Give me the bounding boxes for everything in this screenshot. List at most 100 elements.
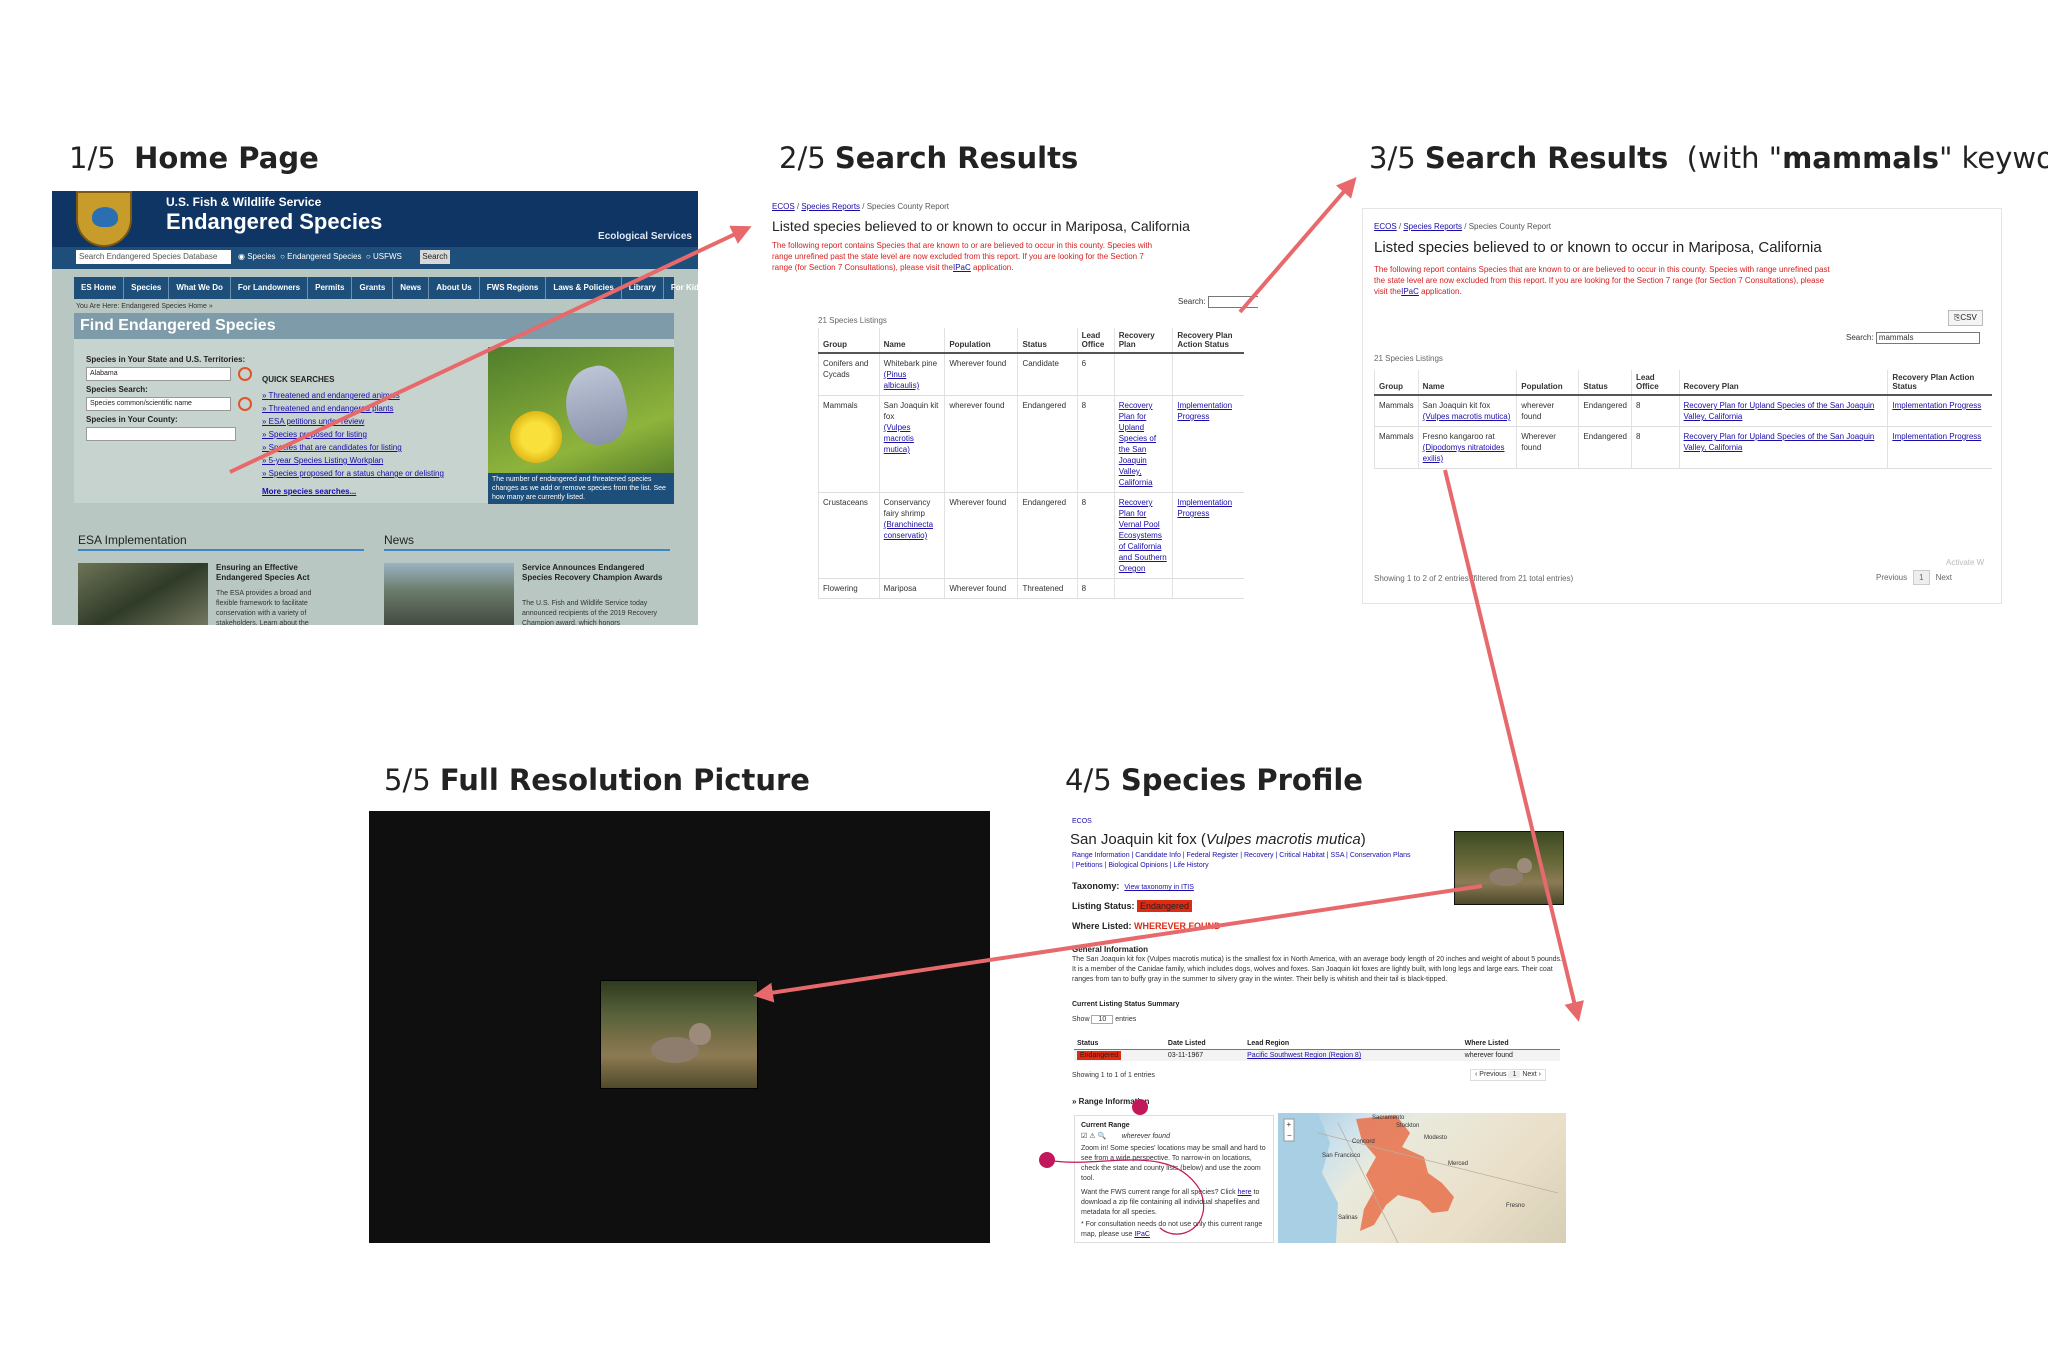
quick-search-link[interactable]: » Threatened and endangered plants (262, 402, 444, 415)
column-header[interactable]: Group (1374, 370, 1419, 396)
ipac-link[interactable]: IPaC (953, 263, 971, 272)
nav-item[interactable]: For Kids (664, 277, 698, 299)
radio-endangered[interactable]: Endangered Species (287, 252, 361, 261)
breadcrumb-ecos[interactable]: ECOS (772, 202, 795, 211)
next-button[interactable]: Next (1936, 573, 1952, 582)
nav-item[interactable]: Permits (308, 277, 353, 299)
nav-item[interactable]: Laws & Policies (546, 277, 622, 299)
search-scope-radios[interactable]: ◉ Species ○ Endangered Species ○ USFWS (238, 252, 402, 261)
search-icon[interactable] (238, 367, 252, 381)
scientific-name-link[interactable]: (Vulpes macrotis mutica) (1423, 412, 1511, 421)
column-header[interactable]: Group (818, 328, 880, 354)
page-1-button[interactable]: 1 (1508, 1071, 1521, 1078)
next-button[interactable]: Next › (1522, 1071, 1541, 1078)
scientific-name-link[interactable]: (Pinus albicaulis) (884, 370, 920, 390)
show-entries-select[interactable]: 10 (1091, 1015, 1114, 1024)
nav-item[interactable]: About Us (429, 277, 480, 299)
breadcrumb-species-reports[interactable]: Species Reports (801, 202, 860, 211)
column-header[interactable]: Recovery Plan Action Status (1172, 328, 1244, 354)
column-header[interactable]: Lead Region (1244, 1038, 1462, 1050)
profile-links-line[interactable]: Range Information | Candidate Info | Fed… (1072, 851, 1448, 861)
column-header[interactable]: Recovery Plan (1113, 328, 1173, 354)
column-header[interactable]: Lead Office (1631, 370, 1680, 396)
csv-button[interactable]: ⎘CSV (1948, 310, 1983, 326)
column-header[interactable]: Date Listed (1164, 1038, 1245, 1050)
nav-item[interactable]: Grants (352, 277, 394, 299)
column-header[interactable]: Recovery Plan Action Status (1887, 370, 1992, 396)
more-species-searches-link[interactable]: More species searches... (262, 487, 356, 496)
quick-search-link[interactable]: » Species proposed for listing (262, 428, 444, 441)
scientific-name-link[interactable]: (Branchinecta conservatio) (884, 520, 933, 540)
itis-link[interactable]: View taxonomy in ITIS (1124, 884, 1194, 891)
recovery-plan-link[interactable]: Recovery Plan for Upland Species of the … (1684, 401, 1875, 421)
article-title[interactable]: Service Announces Endangered Species Rec… (522, 563, 670, 583)
previous-button[interactable]: ‹ Previous (1475, 1071, 1507, 1078)
site-title[interactable]: Endangered Species (166, 209, 382, 235)
quick-search-link[interactable]: » Species proposed for a status change o… (262, 467, 444, 480)
ipac-link[interactable]: IPaC (1134, 1231, 1150, 1238)
range-map[interactable]: San Francisco Stockton Modesto Merced Fresno… (1278, 1113, 1566, 1243)
zoom-out-icon[interactable]: − (1287, 1131, 1292, 1140)
scientific-name-link[interactable]: (Dipodomys nitratoides exilis) (1423, 443, 1505, 463)
group-photo-thumbnail[interactable] (384, 563, 514, 625)
county-input[interactable] (86, 427, 236, 441)
column-header[interactable]: Status (1074, 1038, 1165, 1050)
kit-fox-photo[interactable] (600, 980, 758, 1089)
column-header[interactable]: Lead Office (1076, 328, 1115, 354)
nav-item[interactable]: What We Do (169, 277, 231, 299)
recovery-plan-link[interactable]: Recovery Plan for Upland Species of the … (1684, 432, 1875, 452)
action-status-link[interactable]: Implementation Progress (1177, 498, 1232, 518)
radio-species[interactable]: Species (247, 252, 275, 261)
quick-search-link[interactable]: » Threatened and endangered animals (262, 389, 444, 402)
species-search-input[interactable]: Species common/scientific name (86, 397, 231, 411)
lead-region-link[interactable]: Pacific Southwest Region (Region 8) (1247, 1052, 1361, 1059)
state-select[interactable]: Alabama (86, 367, 231, 381)
search-input[interactable]: mammals (1875, 332, 1980, 344)
profile-nav-links[interactable]: Range Information | Candidate Info | Fed… (1072, 851, 1448, 871)
nav-item[interactable]: ES Home (74, 277, 125, 299)
fws-logo[interactable] (76, 191, 132, 247)
article-title[interactable]: Ensuring an Effective Endangered Species… (216, 563, 334, 583)
breadcrumb-species-reports[interactable]: Species Reports (1403, 222, 1462, 231)
recovery-plan-link[interactable]: Recovery Plan for Vernal Pool Ecosystems… (1119, 498, 1167, 573)
search-input[interactable] (1207, 296, 1258, 308)
page-1-button[interactable]: 1 (1913, 570, 1930, 585)
action-status-link[interactable]: Implementation Progress (1177, 401, 1232, 421)
column-header[interactable]: Status (1578, 370, 1632, 396)
ipac-link[interactable]: IPaC (1401, 287, 1419, 296)
column-header[interactable]: Name (1417, 370, 1517, 396)
ecos-link[interactable]: ECOS (1072, 817, 1092, 827)
download-here-link[interactable]: here (1238, 1189, 1252, 1196)
radio-usfws[interactable]: USFWS (373, 252, 402, 261)
species-photo[interactable] (1454, 831, 1564, 905)
recovery-plan-link[interactable]: Recovery Plan for Upland Species of the … (1119, 401, 1156, 487)
nav-item[interactable]: FWS Regions (480, 277, 547, 299)
breadcrumb-ecos[interactable]: ECOS (1374, 222, 1397, 231)
column-header[interactable]: Population (1516, 370, 1579, 396)
column-header[interactable]: Recovery Plan (1678, 370, 1888, 396)
quick-search-link[interactable]: » ESA petitions under review (262, 415, 444, 428)
range-layer-toggle[interactable]: ☑ ⚠ 🔍 wherever found (1081, 1132, 1170, 1142)
nav-item[interactable]: Library (622, 277, 664, 299)
column-header[interactable]: Name (878, 328, 945, 354)
nav-item[interactable]: News (393, 277, 430, 299)
zoom-in-icon[interactable]: + (1287, 1120, 1292, 1129)
quick-search-link[interactable]: » 5-year Species Listing Workplan (262, 454, 444, 467)
nav-item[interactable]: For Landowners (231, 277, 309, 299)
quick-search-link[interactable]: » Species that are candidates for listin… (262, 441, 444, 454)
column-header[interactable]: Where Listed (1461, 1038, 1560, 1050)
photo-caption[interactable]: The number of endangered and threatened … (488, 473, 674, 504)
previous-button[interactable]: Previous (1876, 573, 1907, 582)
action-status-link[interactable]: Implementation Progress (1892, 432, 1981, 441)
salamander-thumbnail[interactable] (78, 563, 208, 625)
action-status-link[interactable]: Implementation Progress (1892, 401, 1981, 410)
search-icon[interactable] (238, 397, 252, 411)
scientific-name-link[interactable]: (Vulpes macrotis mutica) (884, 423, 914, 454)
profile-links-line[interactable]: | Petitions | Biological Opinions | Life… (1072, 861, 1448, 871)
search-button[interactable]: Search (420, 250, 450, 264)
column-header[interactable]: Population (944, 328, 1018, 354)
bird-icon (92, 207, 118, 227)
nav-item[interactable]: Species (124, 277, 170, 299)
column-header[interactable]: Status (1017, 328, 1078, 354)
site-search-input[interactable]: Search Endangered Species Database (76, 250, 231, 264)
